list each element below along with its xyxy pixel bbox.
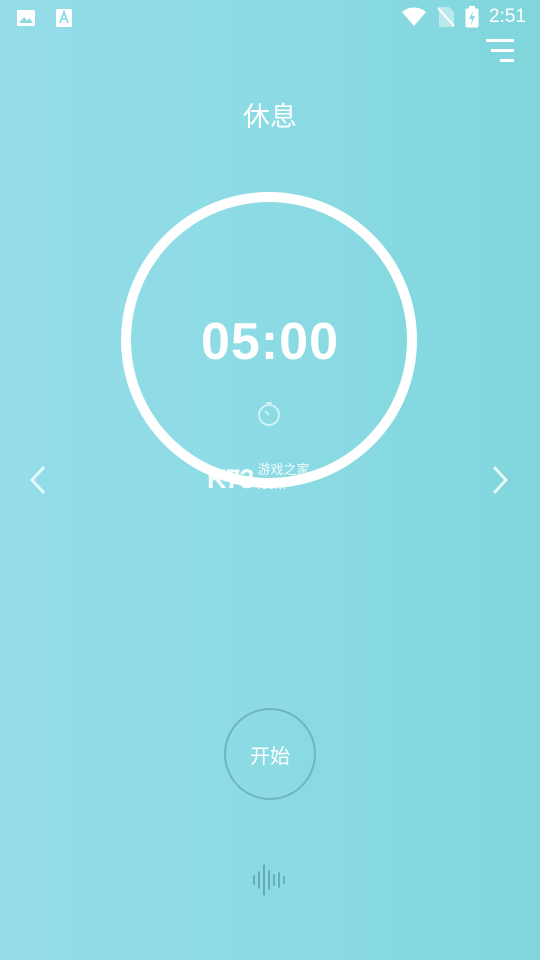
timer-display: 05:00 — [201, 313, 339, 371]
sound-wave-icon[interactable] — [251, 862, 287, 898]
notification-icons — [16, 8, 74, 28]
watermark: K73 游戏之家 .com — [207, 464, 310, 496]
no-sim-icon — [437, 7, 455, 27]
stopwatch-icon[interactable] — [256, 401, 282, 427]
wifi-icon — [402, 7, 427, 26]
image-icon — [17, 10, 35, 26]
clock-time: 2:51 — [489, 6, 526, 27]
watermark-domain: .com — [257, 477, 286, 492]
battery-charging-icon — [465, 6, 479, 28]
menu-button[interactable] — [486, 38, 514, 64]
system-icons: 2:51 — [401, 6, 526, 28]
start-button[interactable]: 开始 — [224, 708, 316, 800]
mode-title: 休息 — [243, 102, 297, 133]
chevron-right-icon[interactable] — [486, 464, 514, 496]
menu-icon — [486, 39, 514, 62]
watermark-logo: K73 — [207, 464, 255, 494]
status-bar: 2:51 — [0, 0, 540, 36]
watermark-text: 游戏之家 — [257, 463, 310, 478]
font-a-icon — [56, 9, 72, 27]
chevron-left-icon[interactable] — [24, 464, 52, 496]
start-button-label: 开始 — [250, 743, 290, 768]
